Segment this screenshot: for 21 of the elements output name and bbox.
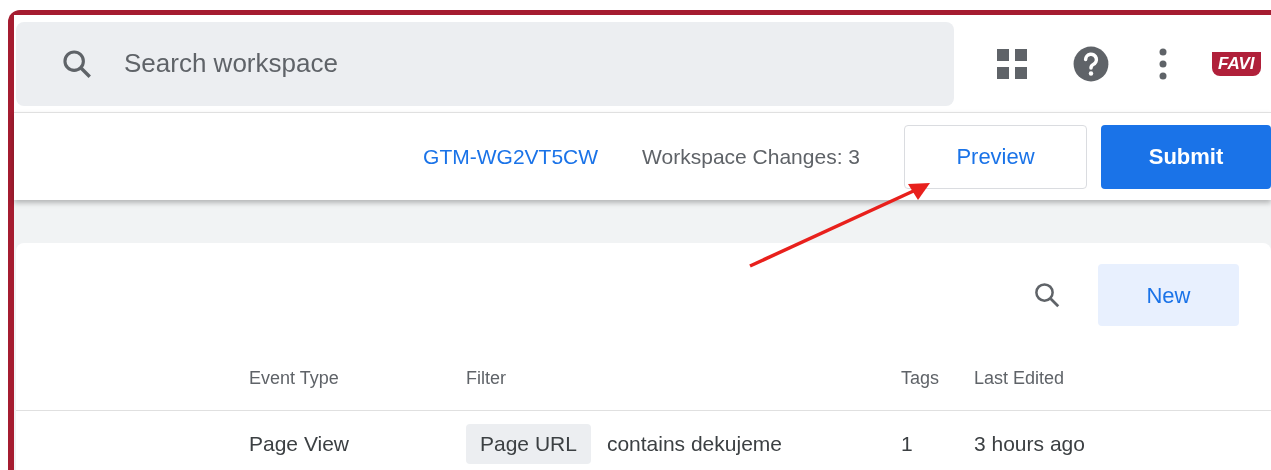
search-bar[interactable]: Search workspace [16,21,954,106]
column-header[interactable]: Last Edited [974,365,1065,392]
search-icon[interactable] [1032,280,1062,310]
workspace-changes-label: Workspace Changes: 3 [642,143,860,170]
filter-chip: Page URL [466,424,591,464]
container-id-link[interactable]: GTM-WG2VT5CW [423,140,599,173]
column-header[interactable]: Event Type [249,365,466,392]
table-cell-text: Page View [249,431,351,458]
submit-button[interactable]: Submit [1101,124,1271,189]
preview-button[interactable]: Preview [904,124,1087,189]
new-button[interactable]: New [1098,264,1239,326]
search-field[interactable]: Search workspace [124,44,724,83]
column-header[interactable]: Tags [901,365,974,392]
table-cell-text: 3 hours ago [974,431,1085,458]
apps-icon[interactable] [996,47,1028,80]
column-header[interactable]: Filter [466,365,901,392]
table-cell-text: contains dekujeme [606,431,782,458]
table-cell-text: 1 [901,431,914,458]
more-options-icon[interactable] [1158,47,1168,80]
brand-logo[interactable]: FAVI [1212,51,1261,76]
help-icon[interactable] [1072,44,1110,83]
